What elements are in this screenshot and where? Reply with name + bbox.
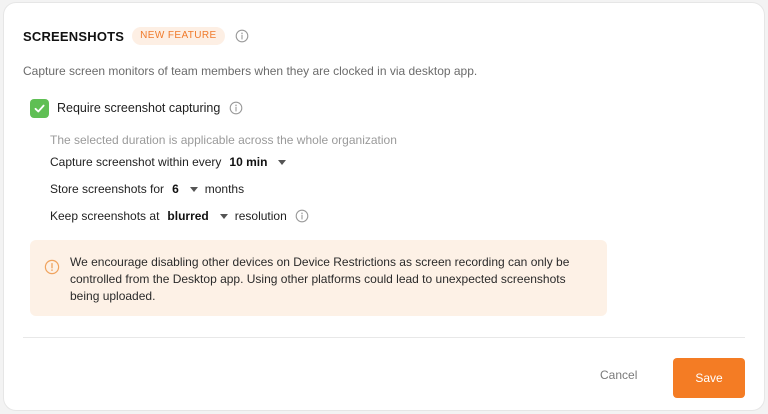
checkmark-icon bbox=[34, 104, 45, 112]
require-screenshot-checkbox[interactable] bbox=[30, 98, 49, 118]
footer-divider bbox=[23, 337, 745, 338]
section-header: SCREENSHOTS NEW FEATURE bbox=[23, 25, 249, 47]
resolution-suffix: resolution bbox=[234, 209, 287, 223]
require-screenshot-label[interactable]: Require screenshot capturing bbox=[57, 101, 220, 115]
info-circle-icon[interactable] bbox=[229, 101, 243, 115]
warning-circle-icon bbox=[44, 259, 60, 275]
retention-suffix: months bbox=[204, 182, 245, 196]
duration-note: The selected duration is applicable acro… bbox=[50, 133, 397, 147]
retention-value[interactable]: 6 bbox=[172, 182, 179, 196]
resolution-label: Keep screenshots at bbox=[50, 209, 160, 223]
resolution-row: Keep screenshots at blurred resolution bbox=[50, 207, 309, 225]
new-feature-badge: NEW FEATURE bbox=[132, 27, 225, 45]
device-restriction-alert: We encourage disabling other devices on … bbox=[30, 240, 607, 316]
alert-message: We encourage disabling other devices on … bbox=[70, 255, 570, 303]
save-button[interactable]: Save bbox=[673, 358, 745, 398]
retention-row: Store screenshots for 6 months bbox=[50, 180, 244, 198]
capture-interval-value[interactable]: 10 min bbox=[229, 155, 267, 169]
require-screenshot-row: Require screenshot capturing bbox=[30, 98, 243, 118]
capture-interval-label: Capture screenshot within every bbox=[50, 155, 222, 169]
section-description: Capture screen monitors of team members … bbox=[23, 64, 478, 78]
chevron-down-icon[interactable] bbox=[189, 186, 198, 192]
resolution-value[interactable]: blurred bbox=[167, 209, 208, 223]
section-title: SCREENSHOTS bbox=[23, 28, 125, 44]
cancel-button[interactable]: Cancel bbox=[600, 368, 637, 382]
info-circle-icon[interactable] bbox=[295, 209, 309, 223]
screenshots-settings-card: SCREENSHOTS NEW FEATURE Capture screen m… bbox=[4, 3, 764, 410]
capture-interval-row: Capture screenshot within every 10 min bbox=[50, 153, 293, 171]
chevron-down-icon[interactable] bbox=[219, 213, 228, 219]
retention-label: Store screenshots for bbox=[50, 182, 165, 196]
chevron-down-icon[interactable] bbox=[278, 159, 287, 165]
info-circle-icon[interactable] bbox=[235, 29, 249, 43]
